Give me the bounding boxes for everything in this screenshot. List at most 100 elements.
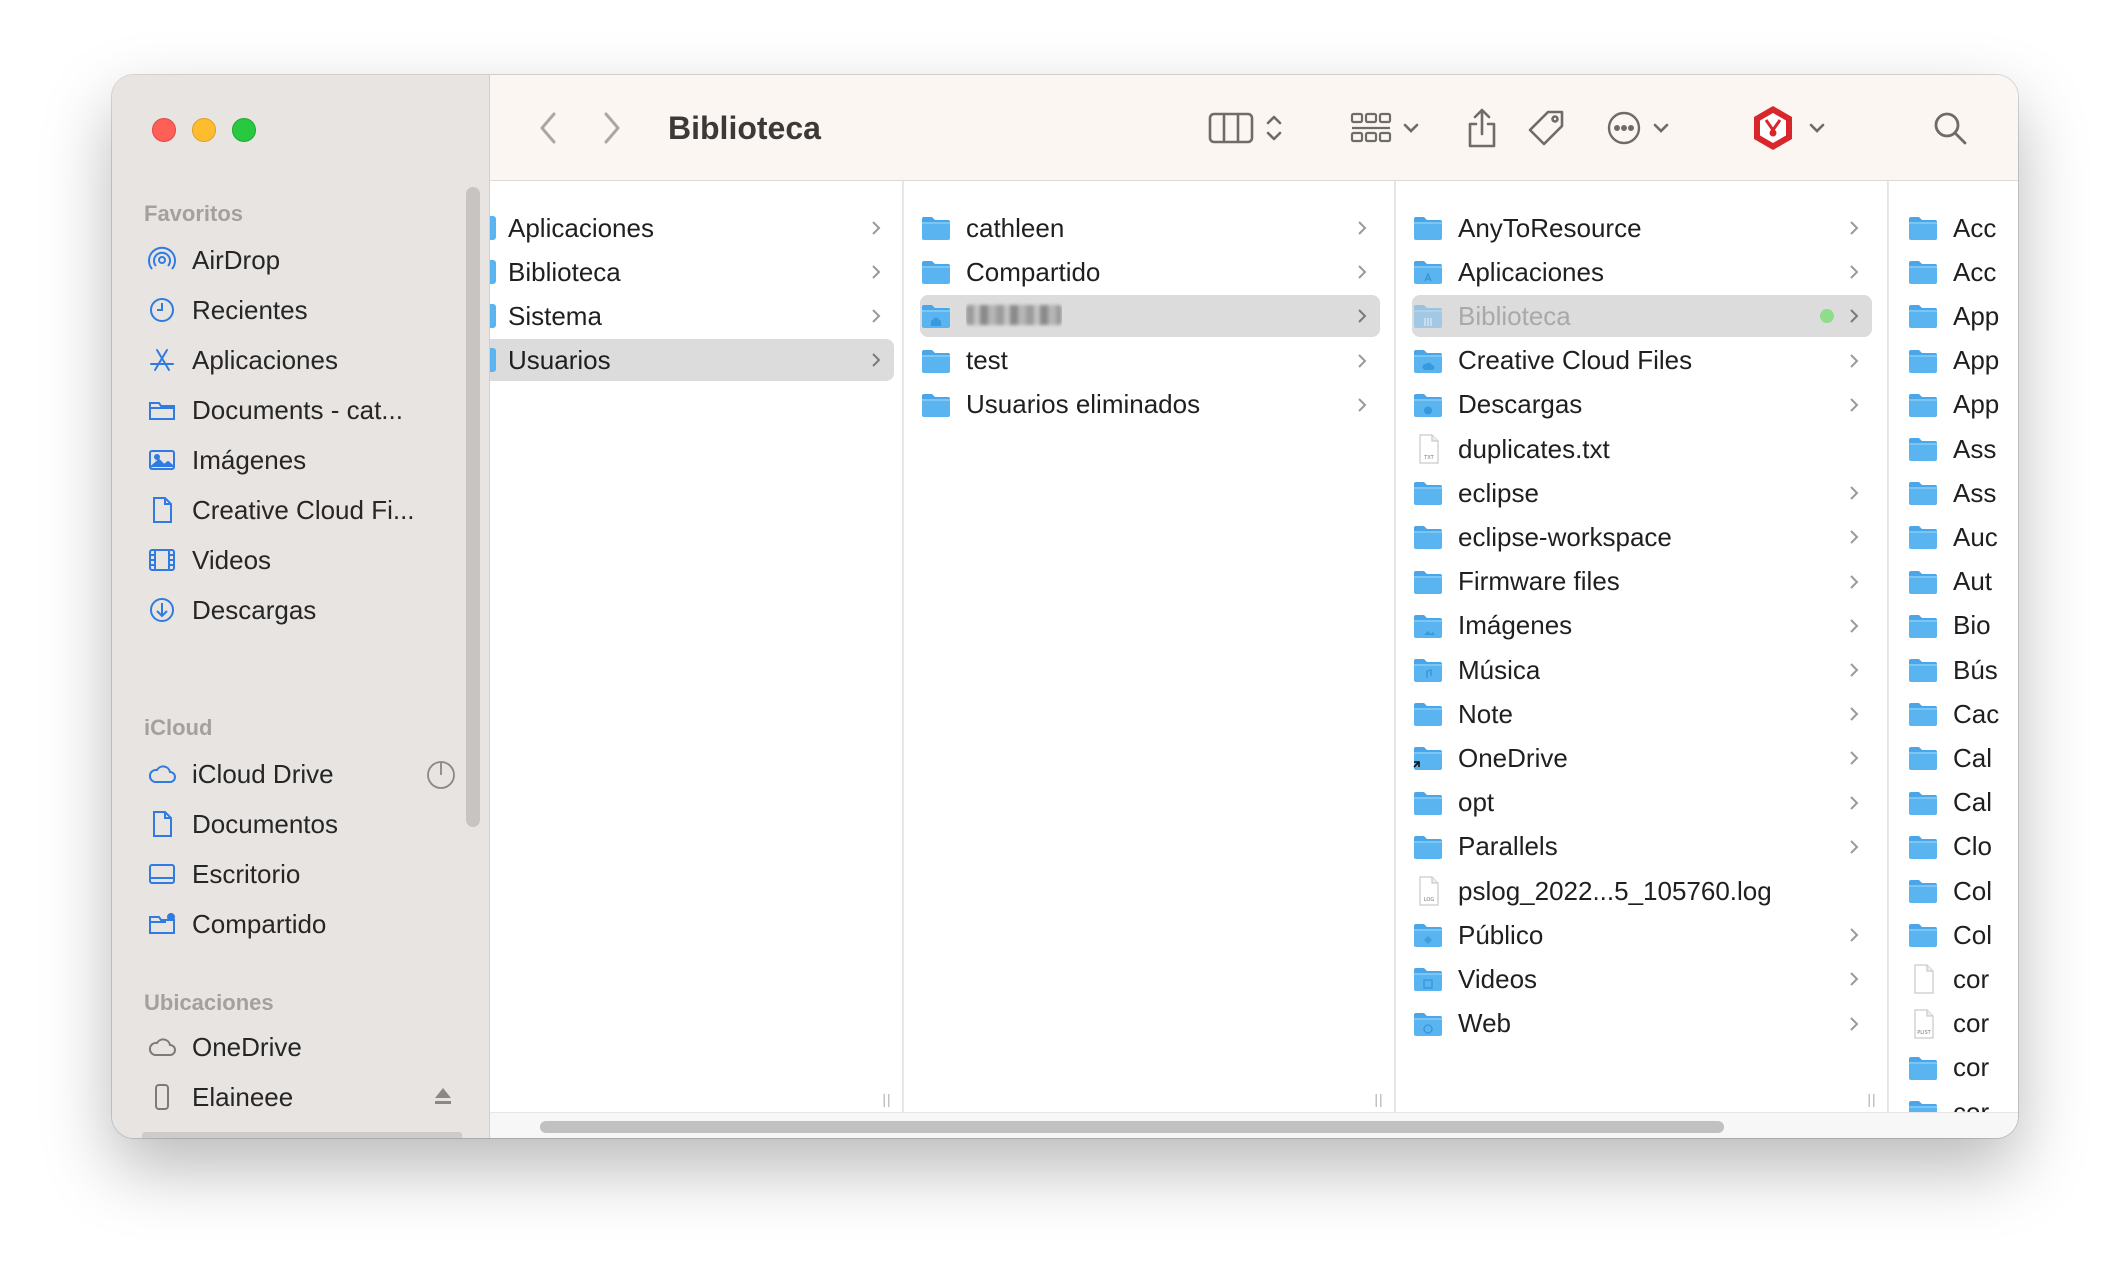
list-item[interactable]: Compartido xyxy=(920,251,1380,293)
folder-icon xyxy=(1907,1099,1939,1112)
list-item[interactable]: Ass xyxy=(1907,472,2018,514)
list-item[interactable]: Col xyxy=(1907,914,2018,956)
sidebar-item-creative-cloud[interactable]: Creative Cloud Fi... xyxy=(146,488,466,532)
folder-icon xyxy=(1907,524,1939,550)
chevron-right-icon xyxy=(1850,574,1859,589)
action-menu-button[interactable] xyxy=(1598,105,1678,151)
list-item[interactable]: Descargas xyxy=(1412,384,1872,426)
list-item[interactable]: AnyToResource xyxy=(1412,207,1872,249)
folder-icon xyxy=(1907,480,1939,506)
list-item[interactable]: Aplicaciones xyxy=(1412,251,1872,293)
sidebar-item-imagenes[interactable]: Imágenes xyxy=(146,438,466,482)
list-item[interactable]: eclipse-workspace xyxy=(1412,516,1872,558)
list-item[interactable]: cor xyxy=(1907,1047,2018,1089)
sidebar-scrollbar[interactable] xyxy=(466,187,480,827)
scrollbar-thumb[interactable] xyxy=(540,1121,1724,1133)
column-view-icon xyxy=(1208,112,1254,144)
list-item-selected[interactable]: Usuarios xyxy=(490,339,894,381)
shield-logo-icon xyxy=(1754,106,1792,150)
back-button[interactable] xyxy=(528,105,568,151)
list-item[interactable]: Biblioteca xyxy=(490,251,894,293)
list-item[interactable]: Sistema xyxy=(490,295,894,337)
list-item[interactable]: opt xyxy=(1412,782,1872,824)
group-by-button[interactable] xyxy=(1344,105,1426,151)
list-item[interactable]: Acc xyxy=(1907,251,2018,293)
extension-button[interactable] xyxy=(1744,105,1830,151)
sidebar-item-compartido[interactable]: Compartido xyxy=(146,902,466,946)
list-item-selected[interactable] xyxy=(920,295,1380,338)
eject-icon[interactable] xyxy=(430,1083,456,1116)
list-item[interactable]: Aut xyxy=(1907,561,2018,603)
list-item[interactable]: Note xyxy=(1412,693,1872,735)
list-item[interactable]: cor xyxy=(1907,1091,2018,1112)
sidebar-item-icloud-drive[interactable]: iCloud Drive xyxy=(146,752,466,796)
list-item[interactable]: Web xyxy=(1412,1003,1872,1045)
sidebar-item-aplicaciones[interactable]: Aplicaciones xyxy=(146,338,466,382)
list-item[interactable]: Aplicaciones xyxy=(490,207,894,249)
list-item[interactable]: Auc xyxy=(1907,516,2018,558)
close-button[interactable] xyxy=(152,118,176,142)
list-item[interactable]: Clo xyxy=(1907,826,2018,868)
list-item[interactable]: test xyxy=(920,340,1380,382)
list-item[interactable]: App xyxy=(1907,340,2018,382)
sidebar-item-recientes[interactable]: Recientes xyxy=(146,288,466,332)
tags-button[interactable] xyxy=(1524,105,1568,151)
list-item[interactable]: Cal xyxy=(1907,782,2018,824)
sidebar-divider xyxy=(142,1132,462,1138)
list-item[interactable]: cathleen xyxy=(920,207,1380,249)
tag-icon xyxy=(1528,110,1564,146)
list-item[interactable]: Firmware files xyxy=(1412,561,1872,603)
list-item[interactable]: TXT duplicates.txt xyxy=(1412,428,1872,470)
folder-icon xyxy=(1907,303,1939,329)
column-1: Aplicaciones Biblioteca Sistema Usuarios… xyxy=(490,181,903,1112)
column-resize-handle[interactable]: || xyxy=(872,1086,902,1112)
sidebar-item-documentos[interactable]: Documentos xyxy=(146,802,466,846)
list-item[interactable]: eclipse xyxy=(1412,472,1872,514)
list-item[interactable]: Música xyxy=(1412,649,1872,691)
horizontal-scrollbar[interactable] xyxy=(490,1112,2018,1138)
list-item[interactable]: Col xyxy=(1907,870,2018,912)
view-mode-button[interactable] xyxy=(1196,105,1296,151)
zoom-button[interactable] xyxy=(232,118,256,142)
list-item-selected[interactable]: Biblioteca xyxy=(1412,295,1872,338)
list-item[interactable]: Cac xyxy=(1907,693,2018,735)
sidebar-item-elaineee[interactable]: Elaineee xyxy=(146,1075,466,1119)
list-item[interactable]: Bús xyxy=(1907,649,2018,691)
list-item[interactable]: cor xyxy=(1907,958,2018,1000)
search-button[interactable] xyxy=(1928,105,1972,151)
list-item[interactable]: Público xyxy=(1412,914,1872,956)
sidebar-item-onedrive[interactable]: OneDrive xyxy=(146,1025,466,1069)
list-item[interactable]: OneDrive xyxy=(1412,737,1872,779)
ellipsis-circle-icon xyxy=(1607,111,1641,145)
list-item[interactable]: Cal xyxy=(1907,737,2018,779)
column-resize-handle[interactable]: || xyxy=(1364,1086,1394,1112)
column-resize-handle[interactable]: || xyxy=(1857,1086,1887,1112)
list-item[interactable]: App xyxy=(1907,384,2018,426)
sidebar-item-descargas[interactable]: Descargas xyxy=(146,588,466,632)
list-item[interactable]: LOG pslog_2022...5_105760.log xyxy=(1412,870,1872,912)
sidebar-item-escritorio[interactable]: Escritorio xyxy=(146,852,466,896)
share-button[interactable] xyxy=(1460,105,1504,151)
list-item[interactable]: PLIST cor xyxy=(1907,1003,2018,1045)
list-item[interactable]: Imágenes xyxy=(1412,605,1872,647)
chevron-right-icon xyxy=(1850,795,1859,810)
list-item[interactable]: Videos xyxy=(1412,958,1872,1000)
folder-icon xyxy=(1412,524,1444,550)
list-item[interactable]: Creative Cloud Files xyxy=(1412,340,1872,382)
list-item[interactable]: Parallels xyxy=(1412,826,1872,868)
folder-icon xyxy=(920,348,952,374)
sidebar-item-airdrop[interactable]: AirDrop xyxy=(146,238,466,282)
list-item[interactable]: Bio xyxy=(1907,605,2018,647)
minimize-button[interactable] xyxy=(192,118,216,142)
chevron-right-icon xyxy=(1850,486,1859,500)
list-item[interactable]: Ass xyxy=(1907,428,2018,470)
list-item[interactable]: Usuarios eliminados xyxy=(920,384,1380,426)
document-icon xyxy=(146,494,178,526)
forward-button[interactable] xyxy=(592,105,632,151)
share-icon xyxy=(1468,108,1496,148)
sidebar-item-documents[interactable]: Documents - cat... xyxy=(146,388,466,432)
sidebar-item-videos[interactable]: Videos xyxy=(146,538,466,582)
folder-icon xyxy=(490,216,496,240)
list-item[interactable]: Acc xyxy=(1907,207,2018,249)
list-item[interactable]: App xyxy=(1907,295,2018,337)
